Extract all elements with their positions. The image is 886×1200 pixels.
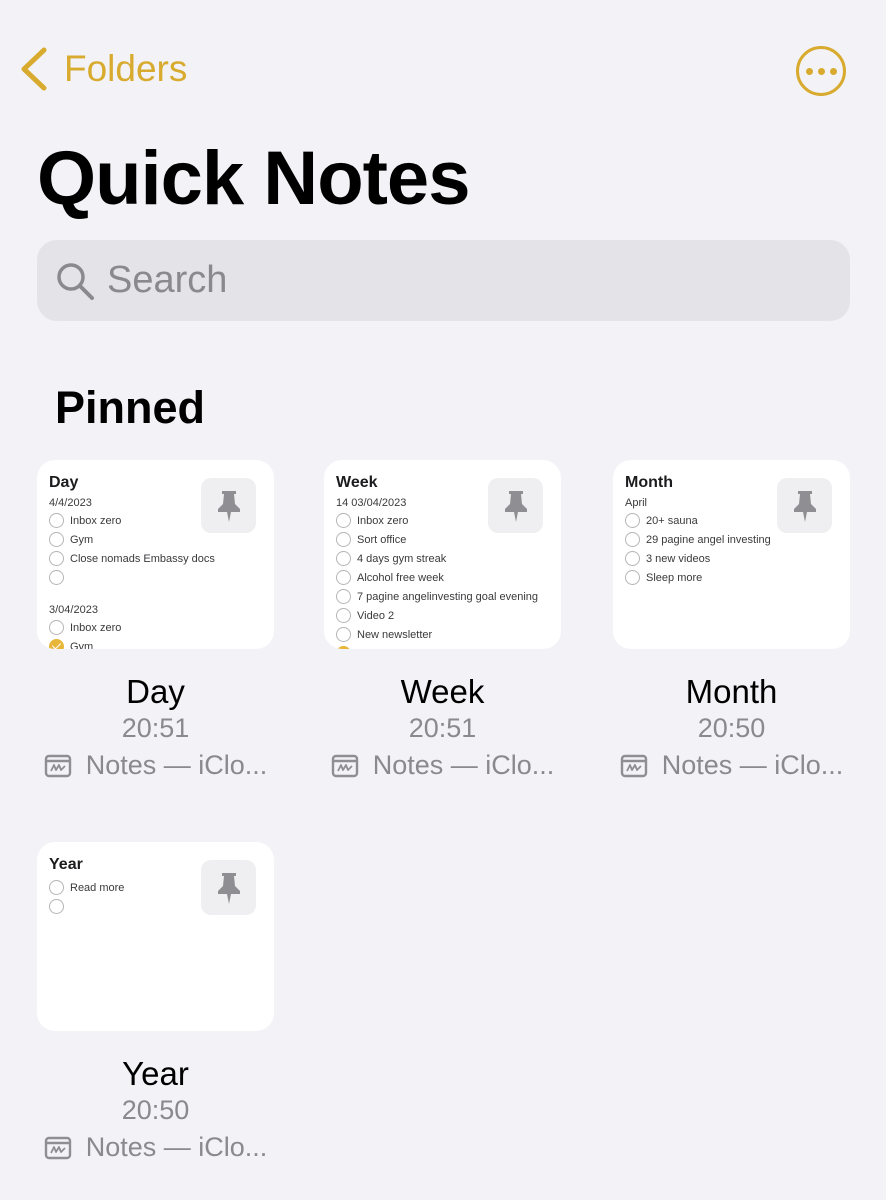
note-folder: Notes — iClo... — [324, 750, 561, 781]
empty-circle-icon — [625, 532, 640, 547]
note-folder-label: Notes — iClo... — [372, 750, 555, 780]
checklist-item: Close nomads Embassy docs — [49, 549, 262, 568]
empty-circle-icon — [625, 551, 640, 566]
checklist-item-text: Read more — [70, 881, 125, 894]
empty-circle-icon — [336, 532, 351, 547]
note-folder: Notes — iClo... — [37, 750, 274, 781]
note-timestamp: 20:51 — [121, 713, 190, 743]
note-title: Month — [685, 673, 778, 710]
checklist-item-text: 7 pagine angelinvesting goal evening — [357, 590, 539, 603]
note-card-day[interactable]: Day 4/4/2023 Inbox zero Gym Close nomads Emb… — [37, 460, 274, 781]
pin-icon — [777, 478, 832, 533]
page-title: Quick Notes — [37, 136, 470, 221]
checklist-item: 3 new videos — [625, 549, 838, 568]
notes-folder-icon — [44, 1135, 86, 1161]
thumbnail-date: 3/04/2023 — [49, 604, 98, 616]
note-card-month[interactable]: Month April 20+ sauna 29 pagine angel inves… — [613, 460, 850, 781]
checklist-item-text: Alcohol free week — [357, 571, 444, 584]
checklist-item-text: 3 new videos — [646, 552, 711, 565]
empty-circle-icon — [49, 532, 64, 547]
note-thumbnail[interactable]: Day 4/4/2023 Inbox zero Gym Close nomads Emb… — [37, 460, 274, 649]
checklist-item: Alcohol free week — [336, 568, 549, 587]
checkmark-circle-icon — [336, 646, 351, 649]
note-timestamp: 20:51 — [408, 713, 477, 743]
checklist-item: Gym — [49, 637, 262, 649]
checklist-item-text: Gym — [70, 640, 94, 650]
checklist-item-text: Inbox zero — [70, 514, 122, 527]
note-title: Week — [400, 673, 485, 710]
notes-folder-icon — [331, 753, 373, 779]
checkmark-circle-icon — [49, 639, 64, 649]
note-folder: Notes — iClo... — [37, 1132, 274, 1163]
empty-circle-icon — [336, 627, 351, 642]
checklist-item: 4 days gym streak — [336, 549, 549, 568]
note-title: Day — [126, 673, 185, 710]
note-folder-label: Notes — iClo... — [661, 750, 844, 780]
empty-circle-icon — [49, 880, 64, 895]
checklist-item — [49, 568, 262, 587]
notes-folder-icon — [620, 753, 662, 779]
empty-circle-icon — [625, 513, 640, 528]
empty-circle-icon — [49, 551, 64, 566]
note-title: Year — [122, 1055, 189, 1092]
note-thumbnail[interactable]: Year Read more — [37, 842, 274, 1031]
note-card-year[interactable]: Year Read more Year 20:50 Notes — iClo... — [37, 842, 274, 1163]
note-timestamp: 20:50 — [697, 713, 766, 743]
note-folder-label: Notes — iClo... — [85, 1132, 268, 1162]
search-input[interactable] — [107, 259, 807, 302]
checklist-item: Video 2 — [336, 606, 549, 625]
checklist-item-text: Video 2 — [357, 609, 395, 622]
note-folder-label: Notes — iClo... — [85, 750, 268, 780]
back-button[interactable]: Folders — [18, 44, 187, 94]
empty-circle-icon — [49, 570, 64, 585]
checklist-item-text: Sort office — [357, 533, 407, 546]
note-thumbnail[interactable]: Month April 20+ sauna 29 pagine angel inves… — [613, 460, 850, 649]
note-timestamp: 20:50 — [121, 1095, 190, 1125]
checklist-item-text: Sleep more — [646, 571, 703, 584]
empty-circle-icon — [49, 899, 64, 914]
note-thumbnail[interactable]: Week 14 03/04/2023 Inbox zero Sort office 4 … — [324, 460, 561, 649]
checklist-item-text: Inbox zero — [70, 621, 122, 634]
empty-circle-icon — [336, 589, 351, 604]
pin-icon — [488, 478, 543, 533]
empty-circle-icon — [49, 513, 64, 528]
checklist-item-text: 29 pagine angel investing — [646, 533, 771, 546]
section-title-pinned: Pinned — [55, 382, 206, 433]
search-icon — [57, 262, 94, 300]
chevron-left-icon — [21, 47, 47, 91]
navigation-bar: Folders — [0, 0, 886, 120]
empty-circle-icon — [336, 551, 351, 566]
note-card-week[interactable]: Week 14 03/04/2023 Inbox zero Sort office 4 … — [324, 460, 561, 781]
checklist-item: New newsletter — [336, 625, 549, 644]
checklist-item-text: 4 days gym streak — [357, 552, 447, 565]
checklist-item-text: Close nomads Embassy docs — [70, 552, 215, 565]
checklist-item — [336, 644, 549, 649]
empty-circle-icon — [336, 513, 351, 528]
empty-circle-icon — [49, 620, 64, 635]
checklist-item: Inbox zero — [49, 618, 262, 637]
checklist-item-text: New newsletter — [357, 628, 433, 641]
notes-folder-icon — [44, 753, 86, 779]
checklist-item-text: 20+ sauna — [646, 514, 698, 527]
ellipsis-circle-icon[interactable] — [796, 46, 846, 96]
note-folder: Notes — iClo... — [613, 750, 850, 781]
checklist-item-text: Gym — [70, 533, 94, 546]
checklist-item: Sleep more — [625, 568, 838, 587]
pin-icon — [201, 478, 256, 533]
checklist-item: 7 pagine angelinvesting goal evening — [336, 587, 549, 606]
checklist-item-text: Inbox zero — [357, 514, 409, 527]
search-bar[interactable] — [37, 240, 850, 321]
pin-icon — [201, 860, 256, 915]
empty-circle-icon — [336, 570, 351, 585]
empty-circle-icon — [336, 608, 351, 623]
back-button-label: Folders — [64, 48, 188, 89]
empty-circle-icon — [625, 570, 640, 585]
